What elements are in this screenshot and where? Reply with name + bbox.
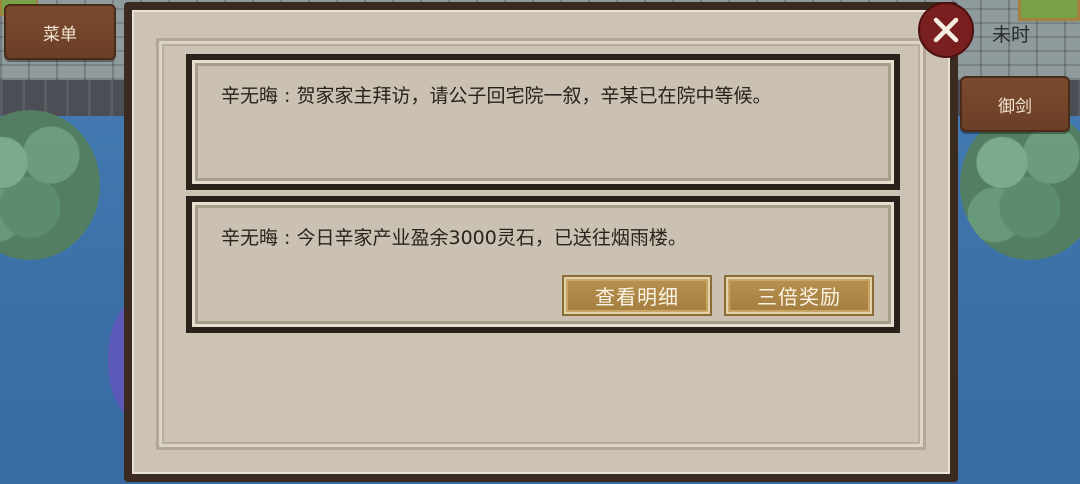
message-card-body: 辛无晦 : 贺家家主拜访，请公子回宅院一叙，辛某已在院中等候。 <box>192 60 894 184</box>
close-button[interactable] <box>918 2 974 58</box>
close-icon <box>933 17 959 43</box>
background-sign <box>1018 0 1080 21</box>
message-text: 辛无晦 : 今日辛家产业盈余3000灵石，已送往烟雨楼。 <box>221 227 687 249</box>
message-text: 辛无晦 : 贺家家主拜访，请公子回宅院一叙，辛某已在院中等候。 <box>221 85 772 107</box>
message-card: 辛无晦 : 今日辛家产业盈余3000灵石，已送往烟雨楼。 查看明细 三倍奖励 <box>186 196 900 333</box>
time-of-day-label: 未时 <box>992 24 1031 46</box>
message-card-body: 辛无晦 : 今日辛家产业盈余3000灵石，已送往烟雨楼。 查看明细 三倍奖励 <box>192 202 894 327</box>
view-details-button[interactable]: 查看明细 <box>564 277 710 314</box>
triple-reward-button[interactable]: 三倍奖励 <box>726 277 872 314</box>
menu-button[interactable]: 菜单 <box>4 4 116 60</box>
message-card: 辛无晦 : 贺家家主拜访，请公子回宅院一叙，辛某已在院中等候。 <box>186 54 900 190</box>
sword-flight-button[interactable]: 御剑 <box>960 76 1070 132</box>
